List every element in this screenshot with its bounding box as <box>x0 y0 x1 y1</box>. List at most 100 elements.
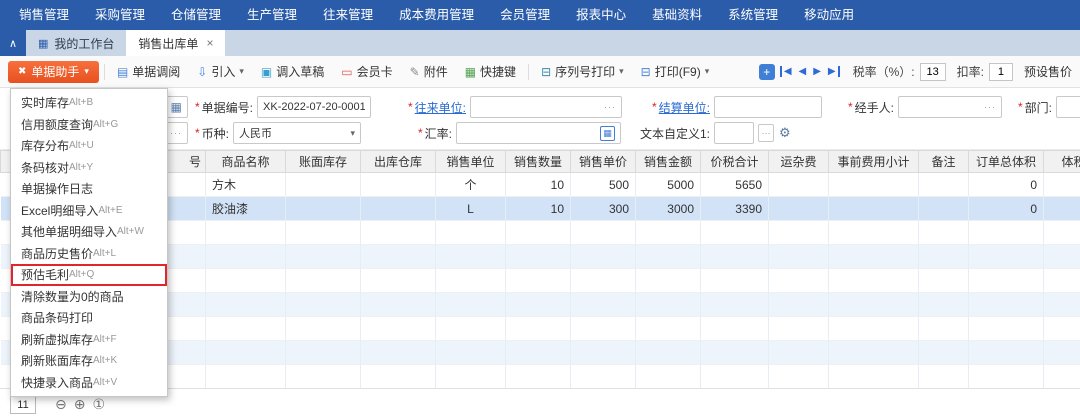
column-header-unit-price[interactable]: 销售单价 <box>570 150 636 173</box>
menu-item-quick-entry[interactable]: 快捷录入商品 Alt+V <box>11 372 167 394</box>
load-draft-button[interactable]: ▣ 调入草稿 <box>254 61 331 83</box>
cell-sales-unit[interactable]: 个 <box>435 172 506 197</box>
cell-order-total-volume[interactable]: 0 <box>968 172 1044 197</box>
cell-sales-quantity[interactable]: 10 <box>505 172 571 197</box>
topnav-item-production[interactable]: 生产管理 <box>234 0 310 30</box>
close-tab-icon[interactable]: × <box>206 36 213 50</box>
cell-product-name[interactable]: 方木 <box>205 172 286 197</box>
cell-product-name[interactable]: 胶油漆 <box>205 196 286 221</box>
hotkeys-button[interactable]: ▦ 快捷键 <box>458 61 523 83</box>
cell-sales-amount[interactable]: 5000 <box>635 172 701 197</box>
column-header-sales-quantity[interactable]: 销售数量 <box>505 150 571 173</box>
menu-item-price-history[interactable]: 商品历史售价 Alt+L <box>11 243 167 265</box>
first-record-button[interactable]: ◀ <box>779 66 793 77</box>
add-new-icon[interactable]: + <box>758 63 775 80</box>
partner-input[interactable]: ··· <box>470 96 623 118</box>
import-button[interactable]: ⇩ 引入 ▾ <box>190 61 251 83</box>
add-row-icon[interactable]: ⊕ <box>74 396 86 413</box>
attachment-button[interactable]: ✎ 附件 <box>403 61 455 83</box>
cell-unit-price[interactable]: 500 <box>570 172 636 197</box>
topnav-item-system[interactable]: 系统管理 <box>715 0 791 30</box>
topnav-item-warehouse[interactable]: 仓储管理 <box>158 0 234 30</box>
menu-item-refresh-book-stock[interactable]: 刷新账面库存 Alt+K <box>11 350 167 372</box>
menu-item-refresh-virtual-stock[interactable]: 刷新虚拟库存 Alt+F <box>11 329 167 351</box>
serial-number-print-button[interactable]: ⊟ 序列号打印 ▾ <box>534 61 631 83</box>
required-mark: * <box>848 100 853 114</box>
cell-sales-quantity[interactable]: 10 <box>505 196 571 221</box>
topnav-item-partners[interactable]: 往来管理 <box>310 0 386 30</box>
department-input[interactable] <box>1056 96 1080 118</box>
ellipsis-icon[interactable]: ··· <box>166 128 182 138</box>
topnav-item-mobile[interactable]: 移动应用 <box>791 0 867 30</box>
collapse-button[interactable]: ∧ <box>0 30 26 56</box>
calendar-icon[interactable]: ▦ <box>171 100 182 114</box>
tab-sales-outbound-order[interactable]: 销售出库单 × <box>126 30 226 56</box>
column-header-product-name[interactable]: 商品名称 <box>205 150 286 173</box>
column-header-order-total-volume[interactable]: 订单总体积 <box>968 150 1044 173</box>
chevron-down-icon: ▾ <box>704 66 710 76</box>
menu-item-estimated-profit[interactable]: 预估毛利 Alt+Q <box>11 264 167 286</box>
document-review-button[interactable]: ▤ 单据调阅 <box>110 61 187 83</box>
settlement-link[interactable]: 结算单位: <box>659 99 710 116</box>
menu-item-stock-distribution[interactable]: 库存分布 Alt+U <box>11 135 167 157</box>
topnav-item-sales[interactable]: 销售管理 <box>6 0 82 30</box>
doc-no-input[interactable] <box>257 96 372 118</box>
column-header-sales-unit[interactable]: 销售单位 <box>435 150 506 173</box>
last-record-button[interactable]: ▶ <box>827 66 840 77</box>
calculator-icon[interactable]: ▦ <box>600 125 616 141</box>
cell-tax-total[interactable]: 5650 <box>700 172 769 197</box>
column-header-pre-expense-subtotal[interactable]: 事前费用小计 <box>828 150 919 173</box>
ellipsis-button[interactable]: ··· <box>758 124 775 142</box>
column-header-freight[interactable]: 运杂费 <box>768 150 829 173</box>
currency-select[interactable]: 人民币 ▾ <box>233 122 362 144</box>
gear-icon[interactable]: ⚙ <box>779 125 791 141</box>
topnav-item-members[interactable]: 会员管理 <box>487 0 563 30</box>
tax-rate-input[interactable] <box>919 62 946 81</box>
settlement-input[interactable] <box>714 96 823 118</box>
print-button[interactable]: ⊟ 打印(F9) ▾ <box>634 61 717 83</box>
handler-input[interactable]: ··· <box>898 96 1003 118</box>
menu-item-label: 商品历史售价 <box>21 246 94 261</box>
column-header-tax-total[interactable]: 价税合计 <box>700 150 769 173</box>
preset-price-label[interactable]: 预设售价 <box>1024 63 1072 80</box>
ellipsis-icon[interactable]: ··· <box>600 102 616 112</box>
row-count-box[interactable]: 11 <box>10 395 36 414</box>
document-assistant-button[interactable]: ✖ 单据助手 ▾ <box>8 60 99 83</box>
topnav-item-reports[interactable]: 报表中心 <box>563 0 639 30</box>
previous-record-button[interactable]: ◀ <box>798 66 808 77</box>
member-card-button[interactable]: ▭ 会员卡 <box>334 61 399 83</box>
cell-sales-amount[interactable]: 3000 <box>635 196 701 221</box>
discount-rate-input[interactable] <box>988 62 1013 81</box>
menu-item-excel-import[interactable]: Excel明细导入 Alt+E <box>11 200 167 222</box>
delete-row-icon[interactable]: ⊖ <box>55 396 67 413</box>
menu-item-barcode-check[interactable]: 条码核对 Alt+Y <box>11 157 167 179</box>
ellipsis-icon[interactable]: ··· <box>980 102 996 112</box>
column-header-book-stock[interactable]: 账面库存 <box>285 150 361 173</box>
menu-item-realtime-stock[interactable]: 实时库存 Alt+B <box>11 92 167 114</box>
column-header-remark[interactable]: 备注 <box>918 150 969 173</box>
partner-link[interactable]: 往来单位: <box>415 99 466 116</box>
cell-order-total-volume[interactable]: 0 <box>968 196 1044 221</box>
cell-sales-unit[interactable]: L <box>435 196 506 221</box>
exchange-rate-input[interactable]: ▦ <box>456 122 622 144</box>
chevron-down-icon[interactable]: ▾ <box>350 128 355 139</box>
topnav-item-cost-expense[interactable]: 成本费用管理 <box>386 0 487 30</box>
menu-item-product-barcode-print[interactable]: 商品条码打印 <box>11 307 167 329</box>
menu-item-label: 实时库存 <box>21 96 70 111</box>
row-info-icon[interactable]: ① <box>92 396 105 413</box>
tab-my-workbench[interactable]: ▦ 我的工作台 <box>26 30 126 56</box>
column-header-volume[interactable]: 体积 <box>1043 150 1080 173</box>
cell-tax-total[interactable]: 3390 <box>700 196 769 221</box>
menu-item-shortcut: Alt+V <box>93 376 118 388</box>
topnav-item-purchase[interactable]: 采购管理 <box>82 0 158 30</box>
cell-unit-price[interactable]: 300 <box>570 196 636 221</box>
menu-item-clear-zero-quantity[interactable]: 清除数量为0的商品 <box>11 286 167 308</box>
menu-item-operation-log[interactable]: 单据操作日志 <box>11 178 167 200</box>
column-header-sales-amount[interactable]: 销售金额 <box>635 150 701 173</box>
menu-item-other-doc-import[interactable]: 其他单据明细导入 Alt+W <box>11 221 167 243</box>
topnav-item-base-data[interactable]: 基础资料 <box>639 0 715 30</box>
menu-item-credit-limit-query[interactable]: 信用额度查询 Alt+G <box>11 114 167 136</box>
next-record-button[interactable]: ▶ <box>812 66 822 77</box>
column-header-outbound-warehouse[interactable]: 出库仓库 <box>360 150 436 173</box>
custom-text-input[interactable] <box>714 122 755 144</box>
